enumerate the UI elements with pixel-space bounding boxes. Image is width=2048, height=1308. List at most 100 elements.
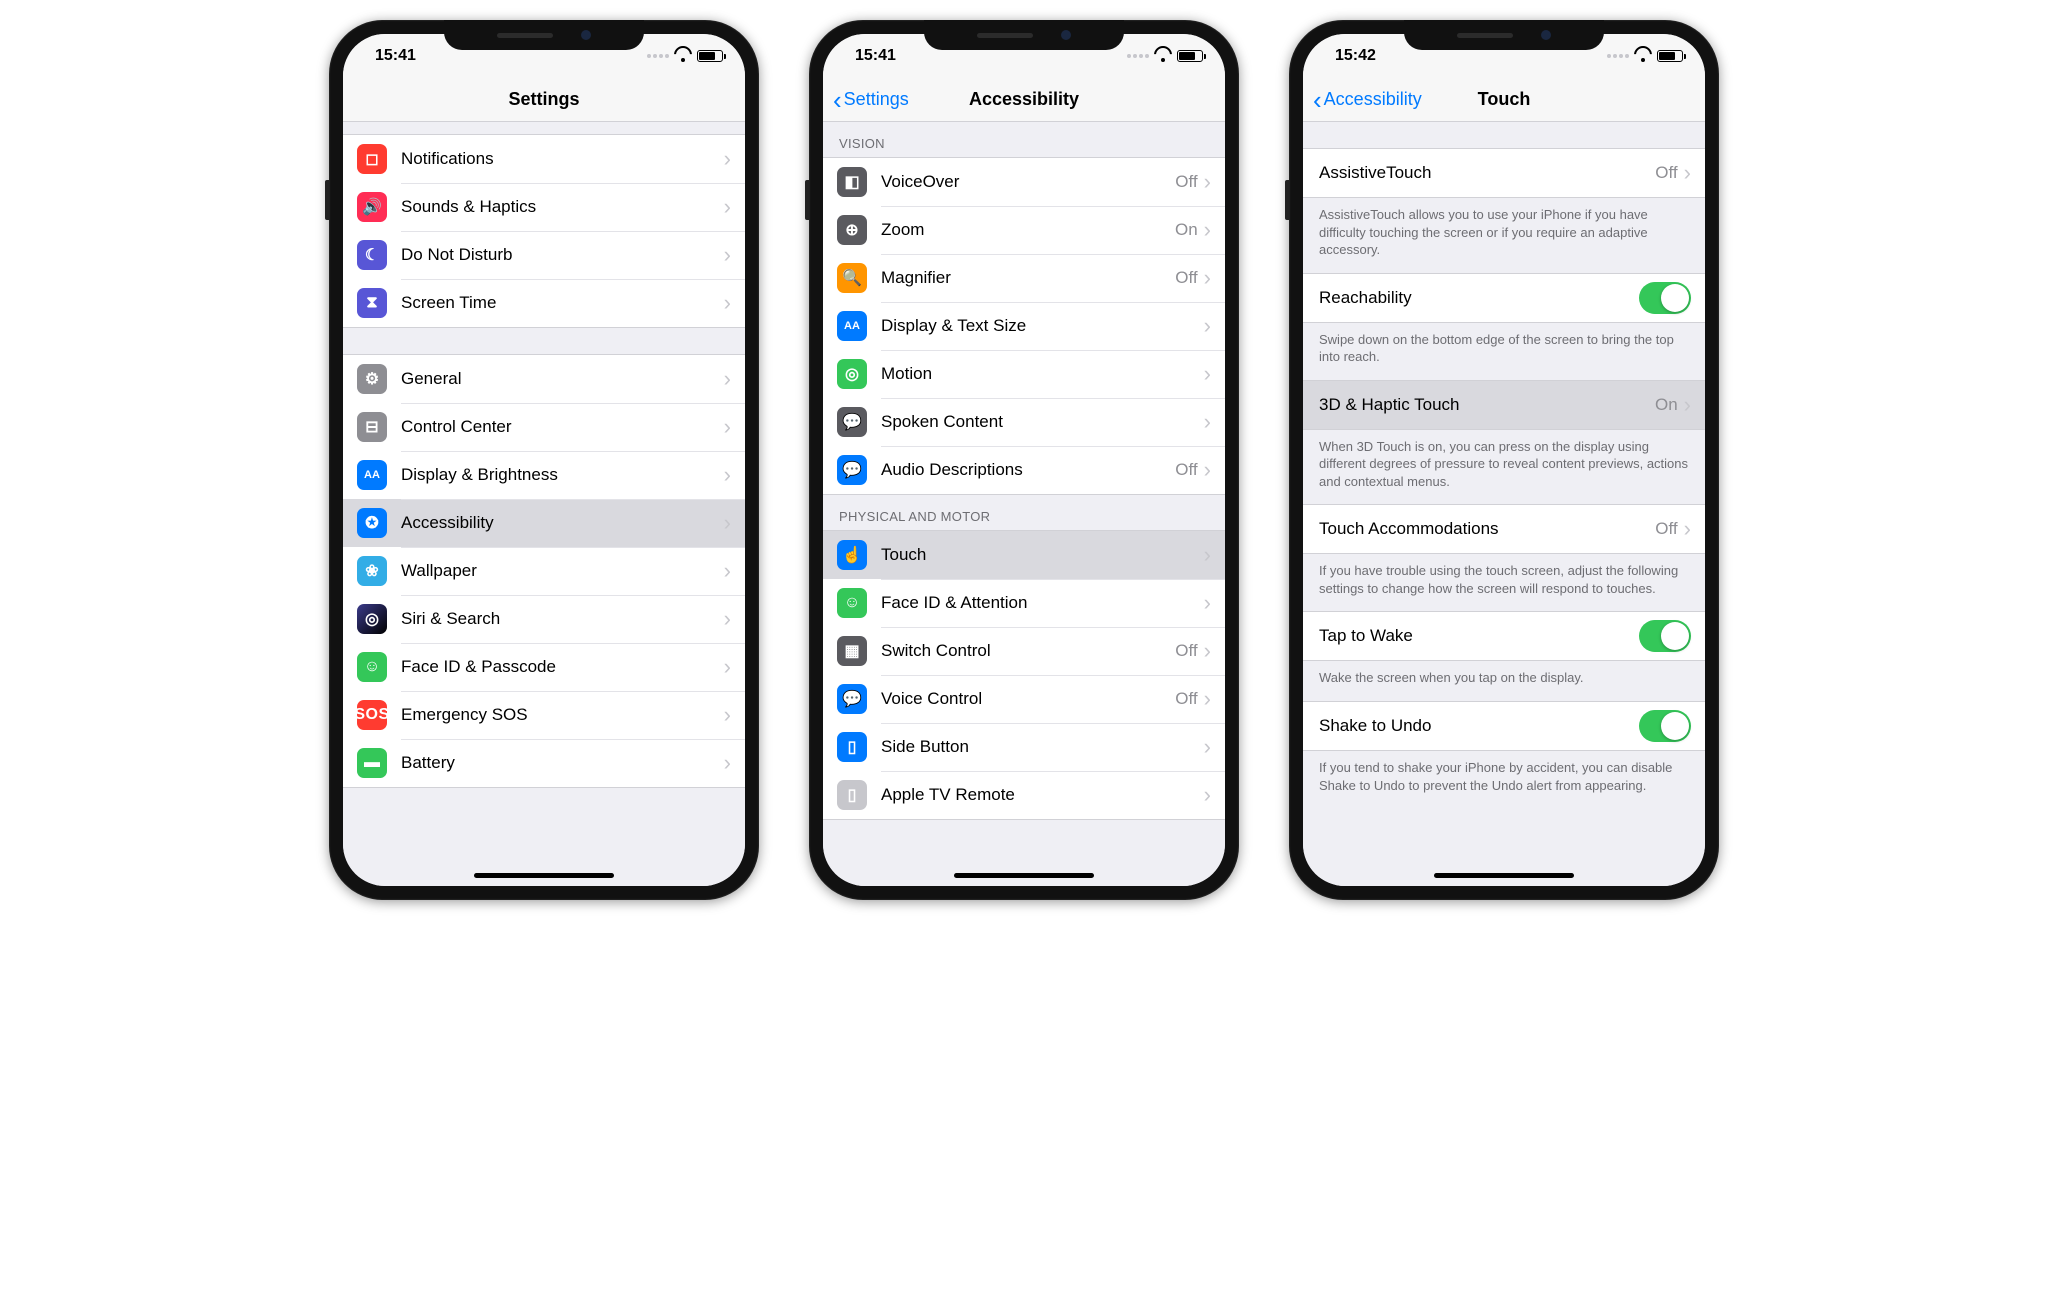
chevron-right-icon: › [724,606,731,632]
row-spoken-content[interactable]: 💬Spoken Content› [823,398,1225,446]
settings-content[interactable]: ◻Notifications›🔊Sounds & Haptics›☾Do Not… [343,122,745,886]
row-screen-time[interactable]: ⧗Screen Time› [343,279,745,327]
chevron-right-icon: › [724,558,731,584]
row-value: Off [1655,519,1677,539]
row-label: General [401,369,724,389]
section-header-vision: Vision [823,122,1225,157]
controlcenter-icon: ⊟ [357,412,387,442]
back-label: Accessibility [1324,89,1422,110]
zoom-icon: ⊕ [837,215,867,245]
row-tap-to-wake[interactable]: Tap to Wake [1303,612,1705,660]
wifi-icon [1155,50,1171,62]
chevron-right-icon: › [1204,686,1211,712]
status-time: 15:41 [855,47,896,65]
row-notifications[interactable]: ◻Notifications› [343,135,745,183]
chevron-right-icon: › [724,510,731,536]
phone-settings: 15:41 Settings ◻Notifications›🔊Sounds & … [329,20,759,900]
battery-icon [1177,50,1203,62]
row-label: Emergency SOS [401,705,724,725]
home-indicator[interactable] [474,873,614,878]
chevron-right-icon: › [724,750,731,776]
cellular-icon [1127,54,1149,58]
row-label: Touch [881,545,1204,565]
chevron-right-icon: › [1204,457,1211,483]
row-label: Audio Descriptions [881,460,1175,480]
chevron-left-icon: ‹ [833,91,842,109]
notch [924,20,1124,50]
appletv-icon: ▯ [837,780,867,810]
row-general[interactable]: ⚙ General› [343,355,745,403]
row-siri-search[interactable]: ◎Siri & Search› [343,595,745,643]
chevron-right-icon: › [1204,217,1211,243]
battery-icon [697,50,723,62]
row-reachability[interactable]: Reachability [1303,274,1705,322]
section-header-motor: Physical and Motor [823,495,1225,530]
row-magnifier[interactable]: 🔍MagnifierOff› [823,254,1225,302]
row-emergency-sos[interactable]: SOSEmergency SOS› [343,691,745,739]
wifi-icon [1635,50,1651,62]
row-sounds-haptics[interactable]: 🔊Sounds & Haptics› [343,183,745,231]
chevron-right-icon: › [1204,361,1211,387]
faceid-icon: ☺ [357,652,387,682]
row-switch-control[interactable]: ▦Switch ControlOff› [823,627,1225,675]
row-touch[interactable]: ☝Touch› [823,531,1225,579]
accessibility-content[interactable]: Vision ◧VoiceOverOff›⊕ZoomOn›🔍MagnifierO… [823,122,1225,886]
home-indicator[interactable] [954,873,1094,878]
row-control-center[interactable]: ⊟ Control Center› [343,403,745,451]
sidebutton-icon: ▯ [837,732,867,762]
touch-content[interactable]: AssistiveTouchOff›AssistiveTouch allows … [1303,122,1705,886]
row-label: Control Center [401,417,724,437]
back-button[interactable]: ‹ Accessibility [1313,89,1422,110]
toggle-reachability[interactable] [1639,282,1691,314]
row-label: Face ID & Attention [881,593,1204,613]
row-label: Notifications [401,149,724,169]
back-label: Settings [844,89,909,110]
phone-touch: 15:42 ‹ Accessibility Touch AssistiveTou… [1289,20,1719,900]
touch-icon: ☝ [837,540,867,570]
row-motion[interactable]: ◎Motion› [823,350,1225,398]
row-voiceover[interactable]: ◧VoiceOverOff› [823,158,1225,206]
row-zoom[interactable]: ⊕ZoomOn› [823,206,1225,254]
row-face-id-passcode[interactable]: ☺Face ID & Passcode› [343,643,745,691]
home-indicator[interactable] [1434,873,1574,878]
row-display-text-size[interactable]: AADisplay & Text Size› [823,302,1225,350]
row-label: Reachability [1319,288,1639,308]
row-display-brightness[interactable]: AADisplay & Brightness› [343,451,745,499]
chevron-right-icon: › [1684,516,1691,542]
toggle-shake-to-undo[interactable] [1639,710,1691,742]
audiodesc-icon: 💬 [837,455,867,485]
row-label: AssistiveTouch [1319,163,1655,183]
textsize-icon: AA [837,311,867,341]
notch [1404,20,1604,50]
chevron-right-icon: › [724,462,731,488]
row-apple-tv-remote[interactable]: ▯Apple TV Remote› [823,771,1225,819]
row-assistivetouch[interactable]: AssistiveTouchOff› [1303,149,1705,197]
chevron-right-icon: › [724,366,731,392]
row-battery[interactable]: ▬Battery› [343,739,745,787]
display-icon: AA [357,460,387,490]
toggle-tap-to-wake[interactable] [1639,620,1691,652]
row-label: Display & Text Size [881,316,1204,336]
row-label: Screen Time [401,293,724,313]
row-label: Wallpaper [401,561,724,581]
row-label: Do Not Disturb [401,245,724,265]
chevron-right-icon: › [724,194,731,220]
row-value: Off [1175,689,1197,709]
row-touch-accommodations[interactable]: Touch AccommodationsOff› [1303,505,1705,553]
general-icon: ⚙ [357,364,387,394]
row-shake-to-undo[interactable]: Shake to Undo [1303,702,1705,750]
footer-note: AssistiveTouch allows you to use your iP… [1303,198,1705,273]
row-face-id-attention[interactable]: ☺Face ID & Attention› [823,579,1225,627]
row-do-not-disturb[interactable]: ☾Do Not Disturb› [343,231,745,279]
back-button[interactable]: ‹ Settings [833,89,909,110]
row-voice-control[interactable]: 💬Voice ControlOff› [823,675,1225,723]
chevron-right-icon: › [724,414,731,440]
row-label: Siri & Search [401,609,724,629]
row-label: VoiceOver [881,172,1175,192]
row-wallpaper[interactable]: ❀Wallpaper› [343,547,745,595]
row-3d-haptic-touch[interactable]: 3D & Haptic TouchOn› [1303,381,1705,429]
row-audio-descriptions[interactable]: 💬Audio DescriptionsOff› [823,446,1225,494]
wifi-icon [675,50,691,62]
row-accessibility[interactable]: ✪Accessibility› [343,499,745,547]
row-side-button[interactable]: ▯Side Button› [823,723,1225,771]
